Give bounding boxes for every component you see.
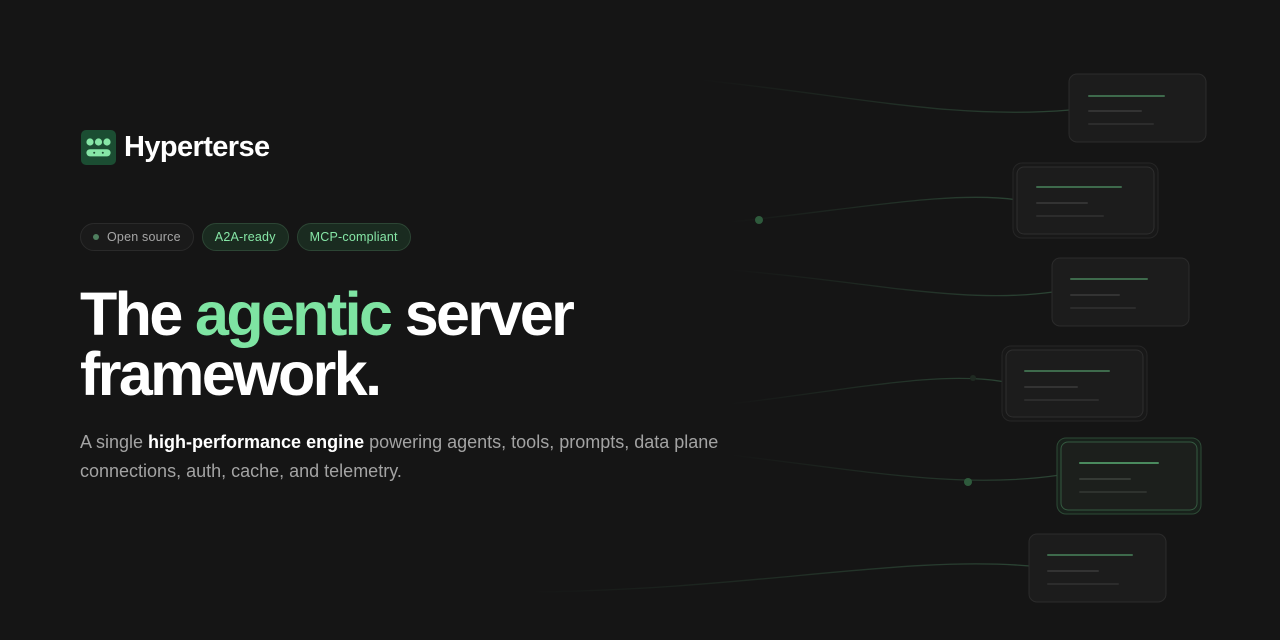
- graph-node-dot: [755, 216, 763, 224]
- connector-line: [529, 563, 1031, 593]
- graph-card-active: [1056, 437, 1202, 515]
- badge-label: MCP-compliant: [309, 230, 398, 244]
- brand-name: Hyperterse: [124, 131, 270, 163]
- badge-open-source: Open source: [80, 223, 194, 251]
- headline-accent: agentic: [195, 280, 393, 348]
- subtitle-lead: A single: [80, 432, 149, 452]
- connector-line: [729, 269, 1054, 297]
- graph-node-dot: [964, 478, 972, 486]
- hero-headline: The agentic server framework.: [80, 284, 575, 405]
- subtitle-bold: high-performance engine: [148, 432, 365, 452]
- hero-banner: Hyperterse Open source A2A-ready MCP-com…: [0, 0, 1280, 640]
- graph-card: [1012, 162, 1159, 239]
- brand-logo[interactable]: Hyperterse: [81, 130, 270, 165]
- graph-card: [1001, 345, 1148, 422]
- connector-line: [729, 454, 1061, 481]
- status-dot-icon: [93, 234, 99, 240]
- graph-card: [1051, 257, 1190, 327]
- badge-list: Open source A2A-ready MCP-compliant: [80, 223, 411, 251]
- connector-line: [699, 79, 1071, 113]
- hero-subtitle: A single high-performance engine powerin…: [80, 428, 740, 486]
- badge-label: A2A-ready: [214, 230, 276, 244]
- grid-dots-logo-icon: [81, 130, 116, 165]
- headline-line2: framework.: [80, 340, 382, 408]
- badge-mcp-compliant: MCP-compliant: [296, 223, 411, 251]
- badge-label: Open source: [107, 230, 181, 244]
- graph-node-dot: [970, 375, 976, 381]
- connector-line: [729, 196, 1019, 223]
- graph-card: [1068, 73, 1207, 143]
- headline-suffix: server: [390, 280, 575, 348]
- graph-card: [1028, 533, 1167, 603]
- headline-prefix: The: [80, 280, 195, 348]
- badge-a2a-ready: A2A-ready: [201, 223, 289, 251]
- connector-line: [729, 377, 1006, 405]
